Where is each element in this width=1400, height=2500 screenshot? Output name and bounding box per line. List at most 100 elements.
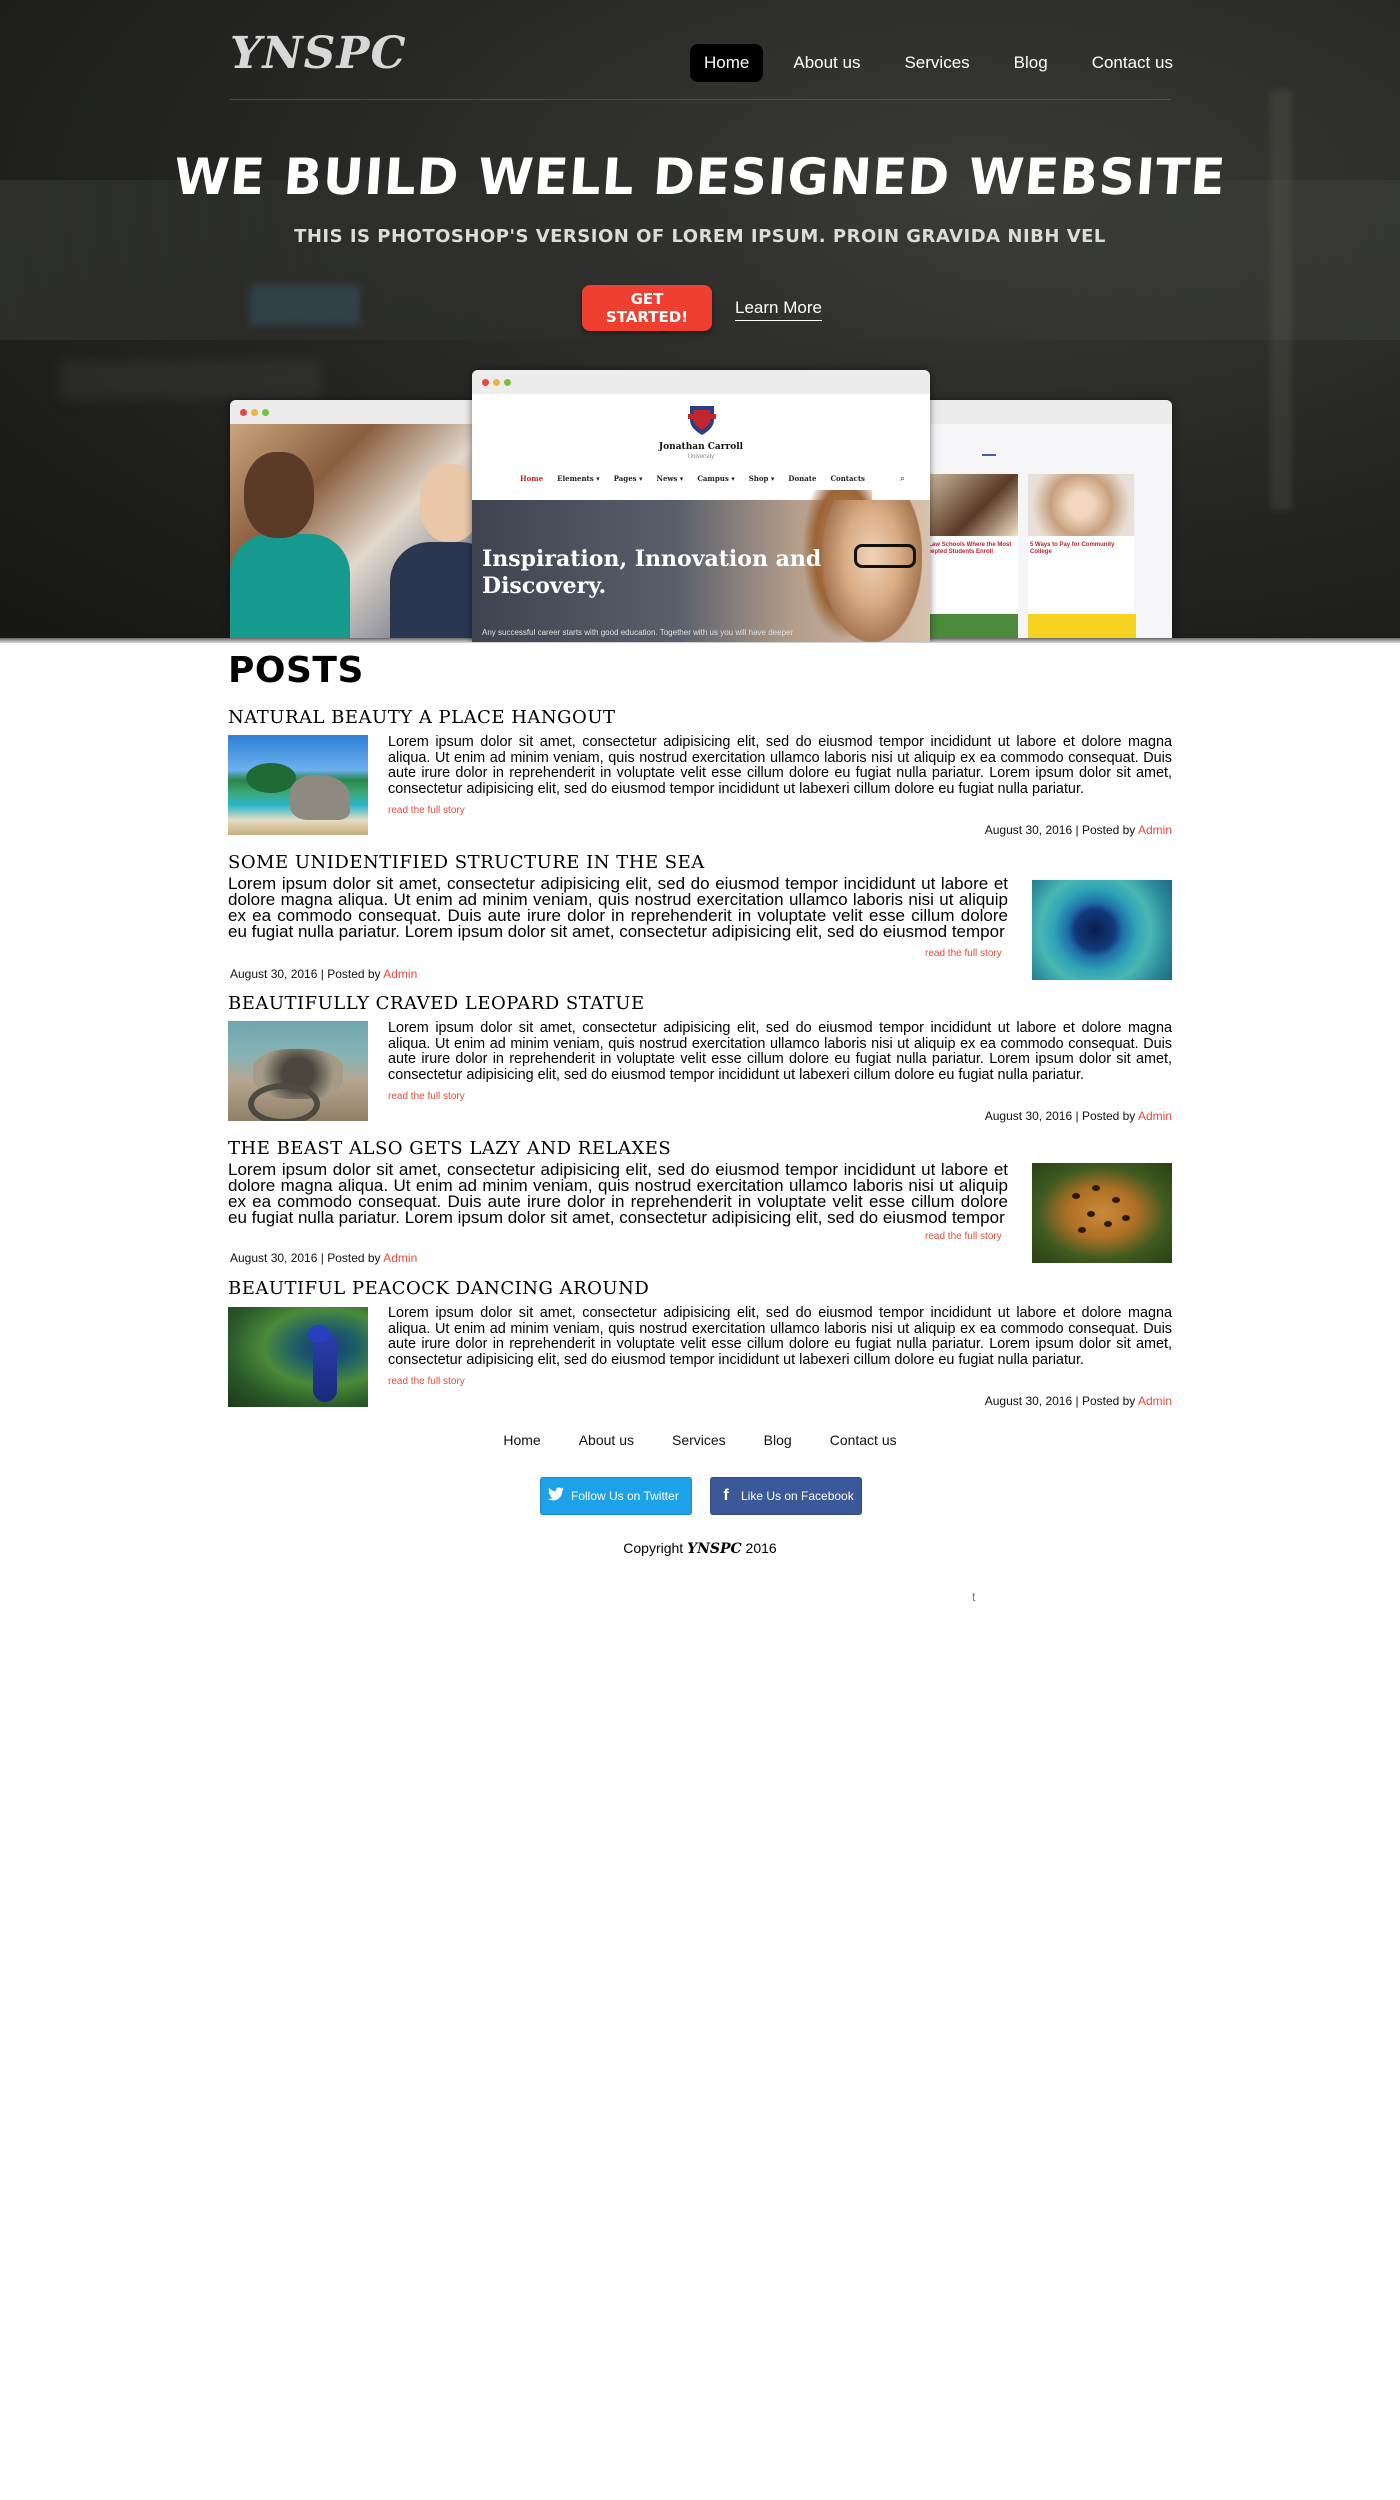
nav-contact[interactable]: Contact us	[1078, 44, 1187, 82]
mockup-nav-item: Pages ▾	[613, 474, 643, 483]
post-date: August 30, 2016 | Posted by	[984, 1109, 1138, 1123]
twitter-follow-button[interactable]: Follow Us on Twitter	[540, 1477, 692, 1515]
post-title[interactable]: THE BEAST ALSO GETS LAZY AND RELAXES	[228, 1138, 671, 1159]
photo-shape	[1112, 1197, 1120, 1203]
mockup-card-image	[918, 474, 1018, 536]
footer-nav-home[interactable]: Home	[503, 1432, 540, 1448]
mockup-nav-item: Donate	[788, 474, 817, 483]
author-link[interactable]: Admin	[383, 1251, 417, 1265]
nav-home[interactable]: Home	[690, 44, 764, 82]
nav-blog[interactable]: Blog	[1000, 44, 1062, 82]
post-item: NATURAL BEAUTY A PLACE HANGOUT Lorem ips…	[228, 707, 1172, 847]
post-thumbnail[interactable]	[1032, 1163, 1172, 1263]
learn-more-link[interactable]: Learn More	[735, 298, 822, 321]
photo-shape	[1087, 1211, 1095, 1217]
post-title[interactable]: SOME UNIDENTIFIED STRUCTURE IN THE SEA	[228, 852, 705, 873]
mockup-nav: Home Elements ▾ Pages ▾ News ▾ Campus ▾ …	[520, 474, 865, 483]
footer-nav-about[interactable]: About us	[579, 1432, 634, 1448]
author-link[interactable]: Admin	[1138, 1109, 1172, 1123]
post-date: August 30, 2016 | Posted by	[984, 1394, 1138, 1408]
photo-shape	[244, 452, 314, 538]
browser-bar	[230, 400, 490, 424]
post-thumbnail[interactable]	[228, 735, 368, 835]
post-meta: August 30, 2016 | Posted by Admin	[230, 1251, 417, 1265]
close-dot-icon	[240, 409, 247, 416]
mockup-title-line: Discovery.	[482, 573, 607, 599]
post-body: Lorem ipsum dolor sit amet, consectetur …	[388, 1020, 1172, 1083]
photo-shape	[1078, 1227, 1086, 1233]
facebook-label: Like Us on Facebook	[741, 1489, 854, 1503]
photo-shape	[246, 763, 296, 793]
get-started-button[interactable]: GET STARTED!	[582, 285, 712, 331]
maximize-dot-icon	[262, 409, 269, 416]
mockup-card: 10 Law Schools Where the Most Accepted S…	[918, 474, 1018, 624]
copyright-prefix: Copyright	[623, 1540, 688, 1556]
photo-shape	[290, 775, 350, 820]
photo-shape	[1122, 1215, 1130, 1221]
post-title[interactable]: BEAUTIFULLY CRAVED LEOPARD STATUE	[228, 993, 645, 1014]
minimize-dot-icon	[251, 409, 258, 416]
facebook-like-button[interactable]: f Like Us on Facebook	[710, 1477, 862, 1515]
students-photo	[230, 424, 490, 642]
mockup-nav-item: Shop ▾	[748, 474, 775, 483]
photo-shape	[420, 464, 480, 542]
post-meta: August 30, 2016 | Posted by Admin	[985, 1109, 1172, 1123]
mockup-hero-title: Inspiration, Innovation and Discovery.	[482, 546, 821, 600]
twitter-bird-icon	[541, 1486, 571, 1506]
post-title[interactable]: NATURAL BEAUTY A PLACE HANGOUT	[228, 707, 616, 728]
post-item: BEAUTIFUL PEACOCK DANCING AROUND Lorem i…	[228, 1278, 1172, 1418]
nav-about[interactable]: About us	[779, 44, 874, 82]
post-date: August 30, 2016 | Posted by	[984, 823, 1138, 837]
photo-shape	[1072, 1193, 1080, 1199]
mockup-hero-caption: Any successful career starts with good e…	[482, 628, 794, 637]
post-meta: August 30, 2016 | Posted by Admin	[985, 1394, 1172, 1408]
copyright-brand: YNSPC	[687, 1541, 742, 1557]
nav-services[interactable]: Services	[890, 44, 983, 82]
post-body: Lorem ipsum dolor sit amet, consectetur …	[388, 1305, 1172, 1368]
facebook-f-icon: f	[723, 1487, 729, 1504]
post-meta: August 30, 2016 | Posted by Admin	[230, 967, 417, 981]
post-date: August 30, 2016 | Posted by	[230, 1251, 384, 1265]
mockup-site-name: Jonathan Carroll	[658, 442, 744, 452]
read-more-link[interactable]: read the full story	[388, 805, 465, 816]
mockup-center: Jonathan Carroll University Home Element…	[472, 370, 930, 642]
author-link[interactable]: Admin	[1138, 1394, 1172, 1408]
site-logo[interactable]: YNSPC	[230, 28, 407, 79]
footer-nav-blog[interactable]: Blog	[764, 1432, 792, 1448]
photo-shape	[822, 500, 922, 642]
mockup-nav-item: News ▾	[656, 474, 684, 483]
post-thumbnail[interactable]	[1032, 880, 1172, 980]
background-blur	[250, 285, 360, 325]
copyright-text: Copyright YNSPC 2016	[0, 1540, 1400, 1557]
mockup-left	[230, 400, 490, 642]
hero-headline: WE BUILD WELL DESIGNED WEBSITE	[172, 148, 1228, 206]
footer-nav-contact[interactable]: Contact us	[830, 1432, 897, 1448]
mockup-title-line: Inspiration, Innovation and	[482, 546, 822, 572]
post-item: THE BEAST ALSO GETS LAZY AND RELAXES Lor…	[228, 1138, 1172, 1278]
read-more-link[interactable]: read the full story	[925, 948, 1002, 959]
mockup-nav-item: Elements ▾	[557, 474, 600, 483]
read-more-link[interactable]: read the full story	[388, 1091, 465, 1102]
footer-nav-services[interactable]: Services	[672, 1432, 726, 1448]
mockup-card-title: 5 Ways to Pay for Community College	[1030, 542, 1115, 555]
author-link[interactable]: Admin	[383, 967, 417, 981]
mockup-site-sub: University	[687, 454, 715, 460]
posts-heading: POSTS	[228, 650, 364, 691]
mockup-card: 5 Ways to Pay for Community College	[1028, 474, 1134, 624]
post-title[interactable]: BEAUTIFUL PEACOCK DANCING AROUND	[228, 1278, 649, 1299]
mockup-right: 10 Law Schools Where the Most Accepted S…	[910, 400, 1172, 642]
read-more-link[interactable]: read the full story	[388, 1376, 465, 1387]
close-dot-icon	[482, 379, 489, 386]
photo-shape	[308, 1325, 330, 1343]
post-thumbnail[interactable]	[228, 1021, 368, 1121]
read-more-link[interactable]: read the full story	[925, 1231, 1002, 1242]
background-blur	[60, 360, 320, 400]
post-meta: August 30, 2016 | Posted by Admin	[985, 823, 1172, 837]
copyright-year: 2016	[741, 1540, 777, 1556]
post-thumbnail[interactable]	[228, 1307, 368, 1407]
twitter-label: Follow Us on Twitter	[571, 1489, 679, 1503]
mockup-accent-line	[982, 454, 996, 456]
author-link[interactable]: Admin	[1138, 823, 1172, 837]
photo-shape	[854, 544, 916, 568]
university-crest-icon	[688, 406, 716, 435]
